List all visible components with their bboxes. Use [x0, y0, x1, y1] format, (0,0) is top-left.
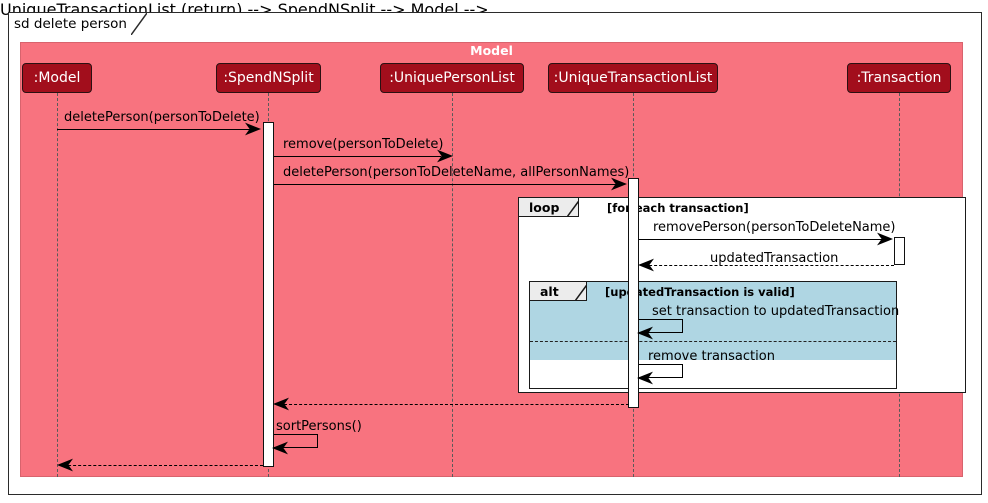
message-arrowhead-5 — [637, 326, 653, 340]
frame-title-tab: sd delete person — [8, 12, 152, 35]
lifeline-model — [57, 88, 58, 477]
message-label-0: deletePerson(personToDelete) — [64, 110, 260, 125]
lifeline-uniquepersonlist — [452, 88, 453, 477]
message-arrowhead-4 — [638, 258, 654, 272]
message-label-2: deletePerson(personToDeleteName, allPers… — [283, 165, 630, 180]
fragment-alt-corner-icon — [574, 281, 586, 301]
fragment-alt-kind: alt — [540, 283, 559, 299]
message-arrowhead-8 — [272, 441, 288, 455]
message-arrowhead-2 — [611, 177, 627, 191]
participant-spendnsplit[interactable]: :SpendNSplit — [216, 63, 321, 93]
message-arrowhead-1 — [437, 149, 453, 163]
fragment-loop-corner-icon — [566, 197, 578, 217]
message-arrowhead-7 — [273, 397, 289, 411]
message-line-1 — [274, 156, 441, 157]
activation-transaction — [894, 237, 905, 265]
participant-model[interactable]: :Model — [22, 63, 92, 93]
group-title-model: Model — [470, 43, 513, 58]
fragment-loop-tab: loop — [519, 197, 579, 217]
message-line-7 — [279, 404, 629, 405]
message-arrowhead-0 — [245, 122, 261, 136]
sequence-diagram-canvas: sd delete person Model :Model :SpendNSpl… — [0, 0, 988, 503]
participant-uniquetransactionlist[interactable]: :UniqueTransactionList — [548, 63, 718, 93]
message-line-9 — [63, 465, 263, 466]
fragment-alt-tab: alt — [530, 281, 587, 301]
message-arrowhead-3 — [877, 232, 893, 246]
fragment-loop-kind: loop — [529, 199, 560, 215]
message-label-6: remove transaction — [648, 349, 775, 364]
message-label-3: removePerson(personToDeleteName) — [653, 220, 896, 235]
fragment-alt-divider — [530, 341, 896, 342]
message-line-2 — [274, 184, 622, 185]
message-label-5: set transaction to updatedTransaction — [652, 304, 900, 319]
message-arrowhead-6 — [637, 371, 653, 385]
message-line-0 — [57, 129, 257, 130]
message-arrowhead-9 — [57, 458, 73, 472]
message-line-3 — [639, 239, 887, 240]
activation-spendnsplit — [263, 122, 274, 467]
message-label-8: sortPersons() — [276, 419, 362, 434]
participant-transaction[interactable]: :Transaction — [847, 63, 951, 93]
message-label-1: remove(personToDelete) — [283, 137, 444, 152]
frame-tab-corner-icon — [131, 12, 147, 35]
participant-uniquepersonlist[interactable]: :UniquePersonList — [380, 63, 524, 93]
message-label-4: updatedTransaction — [710, 251, 839, 266]
frame-title-label: sd delete person — [14, 15, 127, 32]
